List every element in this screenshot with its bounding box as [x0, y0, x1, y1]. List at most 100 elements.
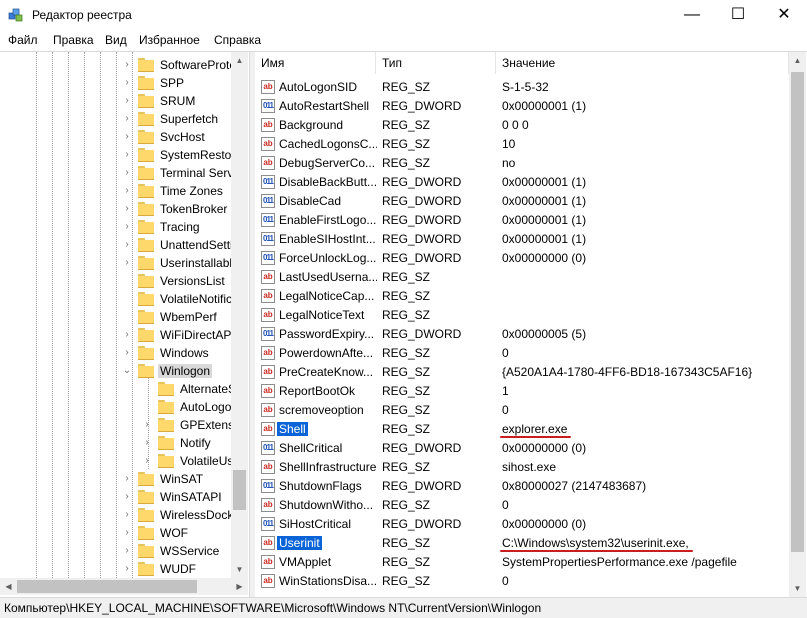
table-row[interactable]: 011 DisableBackButt... REG_DWORD 0x00000001…	[255, 173, 789, 192]
column-header-value[interactable]: Значение	[496, 52, 789, 74]
tree-item[interactable]: ⌄ Winlogon	[0, 362, 248, 380]
list-vertical-scroll-thumb[interactable]	[791, 72, 804, 552]
tree-item[interactable]: › WOF	[0, 524, 248, 542]
chevron-right-icon[interactable]: ›	[122, 74, 132, 92]
maximize-button[interactable]: ☐	[715, 0, 761, 30]
tree-item[interactable]: › GPExtensi	[0, 416, 248, 434]
tree-horizontal-scroll-thumb[interactable]	[17, 580, 197, 593]
tree-item[interactable]: › SvcHost	[0, 128, 248, 146]
tree-item[interactable]: › WinSATAPI	[0, 488, 248, 506]
tree-item[interactable]: › VolatileUs	[0, 452, 248, 470]
tree-item[interactable]: › SoftwareProte	[0, 56, 248, 74]
table-row[interactable]: ab Shell REG_SZ explorer.exe	[255, 420, 789, 439]
chevron-right-icon[interactable]: ›	[122, 128, 132, 146]
column-header-name[interactable]: Имя	[255, 52, 376, 74]
tree-item[interactable]: VolatileNotific	[0, 290, 248, 308]
table-row[interactable]: 011 DisableCad REG_DWORD 0x00000001 (1)	[255, 192, 789, 211]
menu-file[interactable]: Файл	[8, 33, 38, 47]
chevron-right-icon[interactable]: ›	[122, 164, 132, 182]
scroll-left-arrow-icon[interactable]: ◀	[0, 578, 17, 595]
table-row[interactable]: ab LastUsedUserna... REG_SZ	[255, 268, 789, 287]
table-row[interactable]: 011 ShutdownFlags REG_DWORD 0x80000027 (214…	[255, 477, 789, 496]
tree-item[interactable]: › TokenBroker	[0, 200, 248, 218]
minimize-button[interactable]: —	[669, 0, 715, 30]
tree-item[interactable]: › Superfetch	[0, 110, 248, 128]
table-row[interactable]: ab scremoveoption REG_SZ 0	[255, 401, 789, 420]
chevron-right-icon[interactable]: ›	[142, 434, 152, 452]
table-row[interactable]: ab PowerdownAfte... REG_SZ 0	[255, 344, 789, 363]
tree-item[interactable]: AlternateS	[0, 380, 248, 398]
tree-item[interactable]: › UnattendSetti	[0, 236, 248, 254]
tree-horizontal-scrollbar[interactable]: ◀ ▶	[0, 578, 248, 595]
chevron-right-icon[interactable]: ›	[122, 146, 132, 164]
table-row[interactable]: ab AutoLogonSID REG_SZ S-1-5-32	[255, 78, 789, 97]
tree-vertical-scroll-thumb[interactable]	[233, 470, 246, 510]
tree-item[interactable]: › WiFiDirectAPI	[0, 326, 248, 344]
values-list[interactable]: Имя Тип Значение ab AutoLogonSID REG_SZ S-1…	[255, 52, 807, 597]
tree-item[interactable]: › Tracing	[0, 218, 248, 236]
menu-help[interactable]: Справка	[214, 33, 261, 47]
chevron-right-icon[interactable]: ›	[142, 452, 152, 470]
table-row[interactable]: 011 SiHostCritical REG_DWORD 0x00000000 (0)	[255, 515, 789, 534]
registry-tree[interactable]: › SoftwareProte › SPP › SRUM › Superfetch › SvcHo…	[0, 52, 248, 578]
tree-item[interactable]: › Userinstallabl	[0, 254, 248, 272]
menu-view[interactable]: Вид	[105, 33, 127, 47]
column-header-type[interactable]: Тип	[376, 52, 496, 74]
table-row[interactable]: 011 PasswordExpiry... REG_DWORD 0x00000005 …	[255, 325, 789, 344]
table-row[interactable]: ab ReportBootOk REG_SZ 1	[255, 382, 789, 401]
scroll-down-arrow-icon[interactable]: ▼	[789, 580, 806, 597]
tree-item[interactable]: › Windows	[0, 344, 248, 362]
scroll-up-arrow-icon[interactable]: ▲	[789, 52, 806, 69]
table-row[interactable]: ab LegalNoticeCap... REG_SZ	[255, 287, 789, 306]
table-row[interactable]: ab VMApplet REG_SZ SystemPropertiesPerforma…	[255, 553, 789, 572]
list-vertical-scrollbar[interactable]: ▲ ▼	[789, 52, 806, 597]
table-row[interactable]: ab Userinit REG_SZ C:\Windows\system32\user…	[255, 534, 789, 553]
tree-item[interactable]: › SRUM	[0, 92, 248, 110]
chevron-down-icon[interactable]: ⌄	[122, 362, 132, 380]
table-row[interactable]: ab CachedLogonsC... REG_SZ 10	[255, 135, 789, 154]
table-row[interactable]: 011 AutoRestartShell REG_DWORD 0x00000001 (…	[255, 97, 789, 116]
chevron-right-icon[interactable]: ›	[122, 236, 132, 254]
chevron-right-icon[interactable]: ›	[122, 488, 132, 506]
chevron-right-icon[interactable]: ›	[122, 560, 132, 578]
table-row[interactable]: ab DebugServerCo... REG_SZ no	[255, 154, 789, 173]
tree-item[interactable]: › Terminal Serv	[0, 164, 248, 182]
tree-vertical-scrollbar[interactable]: ▲ ▼	[231, 52, 248, 578]
tree-item[interactable]: › WUDF	[0, 560, 248, 578]
tree-item[interactable]: WbemPerf	[0, 308, 248, 326]
tree-item[interactable]: › WSService	[0, 542, 248, 560]
table-row[interactable]: 011 ForceUnlockLog... REG_DWORD 0x00000000 …	[255, 249, 789, 268]
chevron-right-icon[interactable]: ›	[122, 254, 132, 272]
tree-item[interactable]: › SystemRestor	[0, 146, 248, 164]
scroll-up-arrow-icon[interactable]: ▲	[231, 52, 248, 69]
tree-item[interactable]: VersionsList	[0, 272, 248, 290]
table-row[interactable]: ab LegalNoticeText REG_SZ	[255, 306, 789, 325]
menu-edit[interactable]: Правка	[53, 33, 94, 47]
table-row[interactable]: ab PreCreateKnow... REG_SZ {A520A1A4-1780-4…	[255, 363, 789, 382]
menu-favorites[interactable]: Избранное	[139, 33, 200, 47]
table-row[interactable]: 011 EnableFirstLogo... REG_DWORD 0x00000001…	[255, 211, 789, 230]
chevron-right-icon[interactable]: ›	[122, 182, 132, 200]
tree-item[interactable]: › WirelessDock	[0, 506, 248, 524]
tree-item[interactable]: › SPP	[0, 74, 248, 92]
tree-item[interactable]: AutoLogo	[0, 398, 248, 416]
chevron-right-icon[interactable]: ›	[122, 542, 132, 560]
chevron-right-icon[interactable]: ›	[122, 506, 132, 524]
chevron-right-icon[interactable]: ›	[122, 110, 132, 128]
chevron-right-icon[interactable]: ›	[122, 326, 132, 344]
scroll-right-arrow-icon[interactable]: ▶	[231, 578, 248, 595]
table-row[interactable]: ab ShutdownWitho... REG_SZ 0	[255, 496, 789, 515]
tree-item[interactable]: › WinSAT	[0, 470, 248, 488]
table-row[interactable]: 011 EnableSIHostInt... REG_DWORD 0x00000001…	[255, 230, 789, 249]
scroll-down-arrow-icon[interactable]: ▼	[231, 561, 248, 578]
chevron-right-icon[interactable]: ›	[122, 200, 132, 218]
chevron-right-icon[interactable]: ›	[142, 416, 152, 434]
tree-item[interactable]: › Notify	[0, 434, 248, 452]
table-row[interactable]: ab Background REG_SZ 0 0 0	[255, 116, 789, 135]
table-row[interactable]: 011 ShellCritical REG_DWORD 0x00000000 (0)	[255, 439, 789, 458]
table-row[interactable]: ab ShellInfrastructure REG_SZ sihost.exe	[255, 458, 789, 477]
chevron-right-icon[interactable]: ›	[122, 56, 132, 74]
chevron-right-icon[interactable]: ›	[122, 92, 132, 110]
tree-item[interactable]: › Time Zones	[0, 182, 248, 200]
close-button[interactable]: ✕	[761, 0, 807, 30]
